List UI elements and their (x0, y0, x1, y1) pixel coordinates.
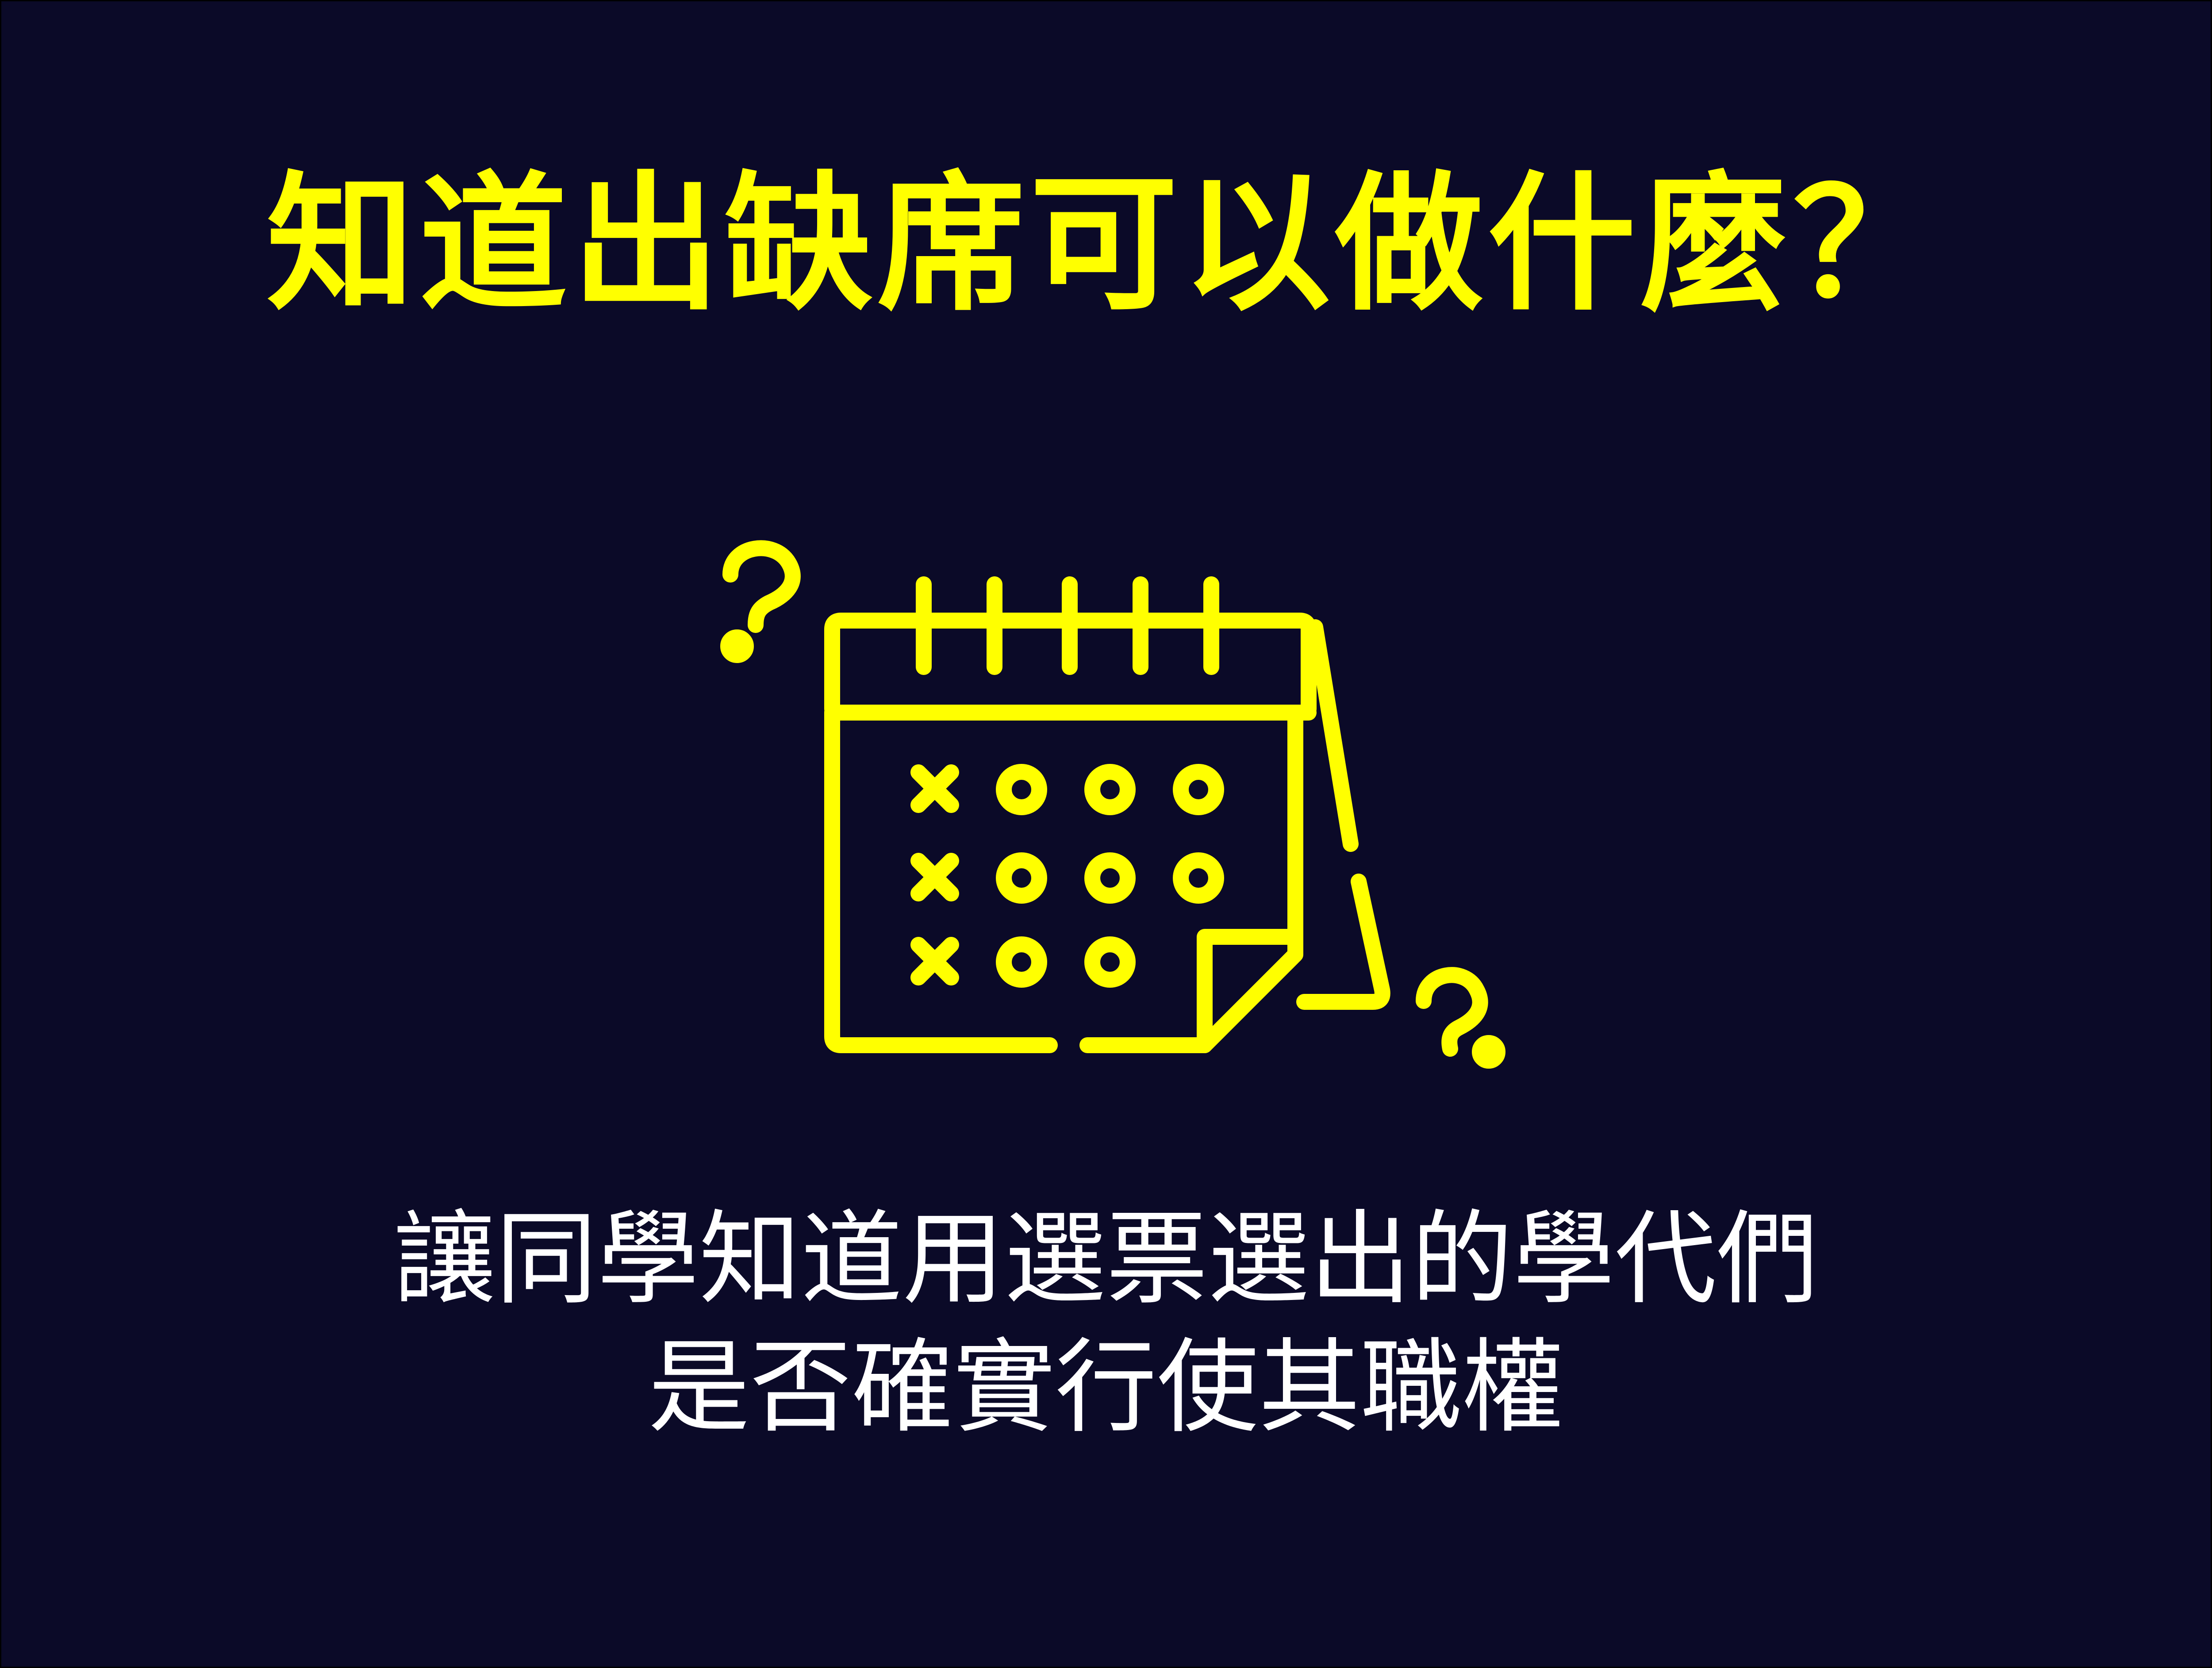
question-mark-icon (1416, 967, 1505, 1069)
calendar-question-illustration (720, 540, 1505, 1069)
present-mark (1173, 852, 1224, 904)
subtitle-line: 是否確實行使其職權 (648, 1329, 1564, 1447)
present-mark (1084, 936, 1136, 988)
present-mark (996, 936, 1047, 988)
absent-mark (910, 764, 959, 813)
absent-mark (910, 853, 959, 901)
present-mark (1173, 764, 1224, 815)
attendance-grid (910, 764, 1224, 988)
subtitle-line: 讓同學知道用選票選出的學代們 (393, 1200, 1818, 1319)
present-mark (996, 764, 1047, 815)
slide-title: 知道出缺席可以做什麼？ (266, 158, 1946, 331)
present-mark (996, 852, 1047, 904)
absent-mark (910, 937, 959, 985)
question-mark-icon (720, 540, 801, 663)
subtitle: 讓同學知道用選票選出的學代們 是否確實行使其職權 (1, 1196, 2211, 1452)
present-mark (1084, 852, 1136, 904)
slide: 知道出缺席可以做什麼？ 讓同學知道用選票選出的學代們 是否確實行使其職權 (0, 0, 2212, 1668)
present-mark (1084, 764, 1136, 815)
